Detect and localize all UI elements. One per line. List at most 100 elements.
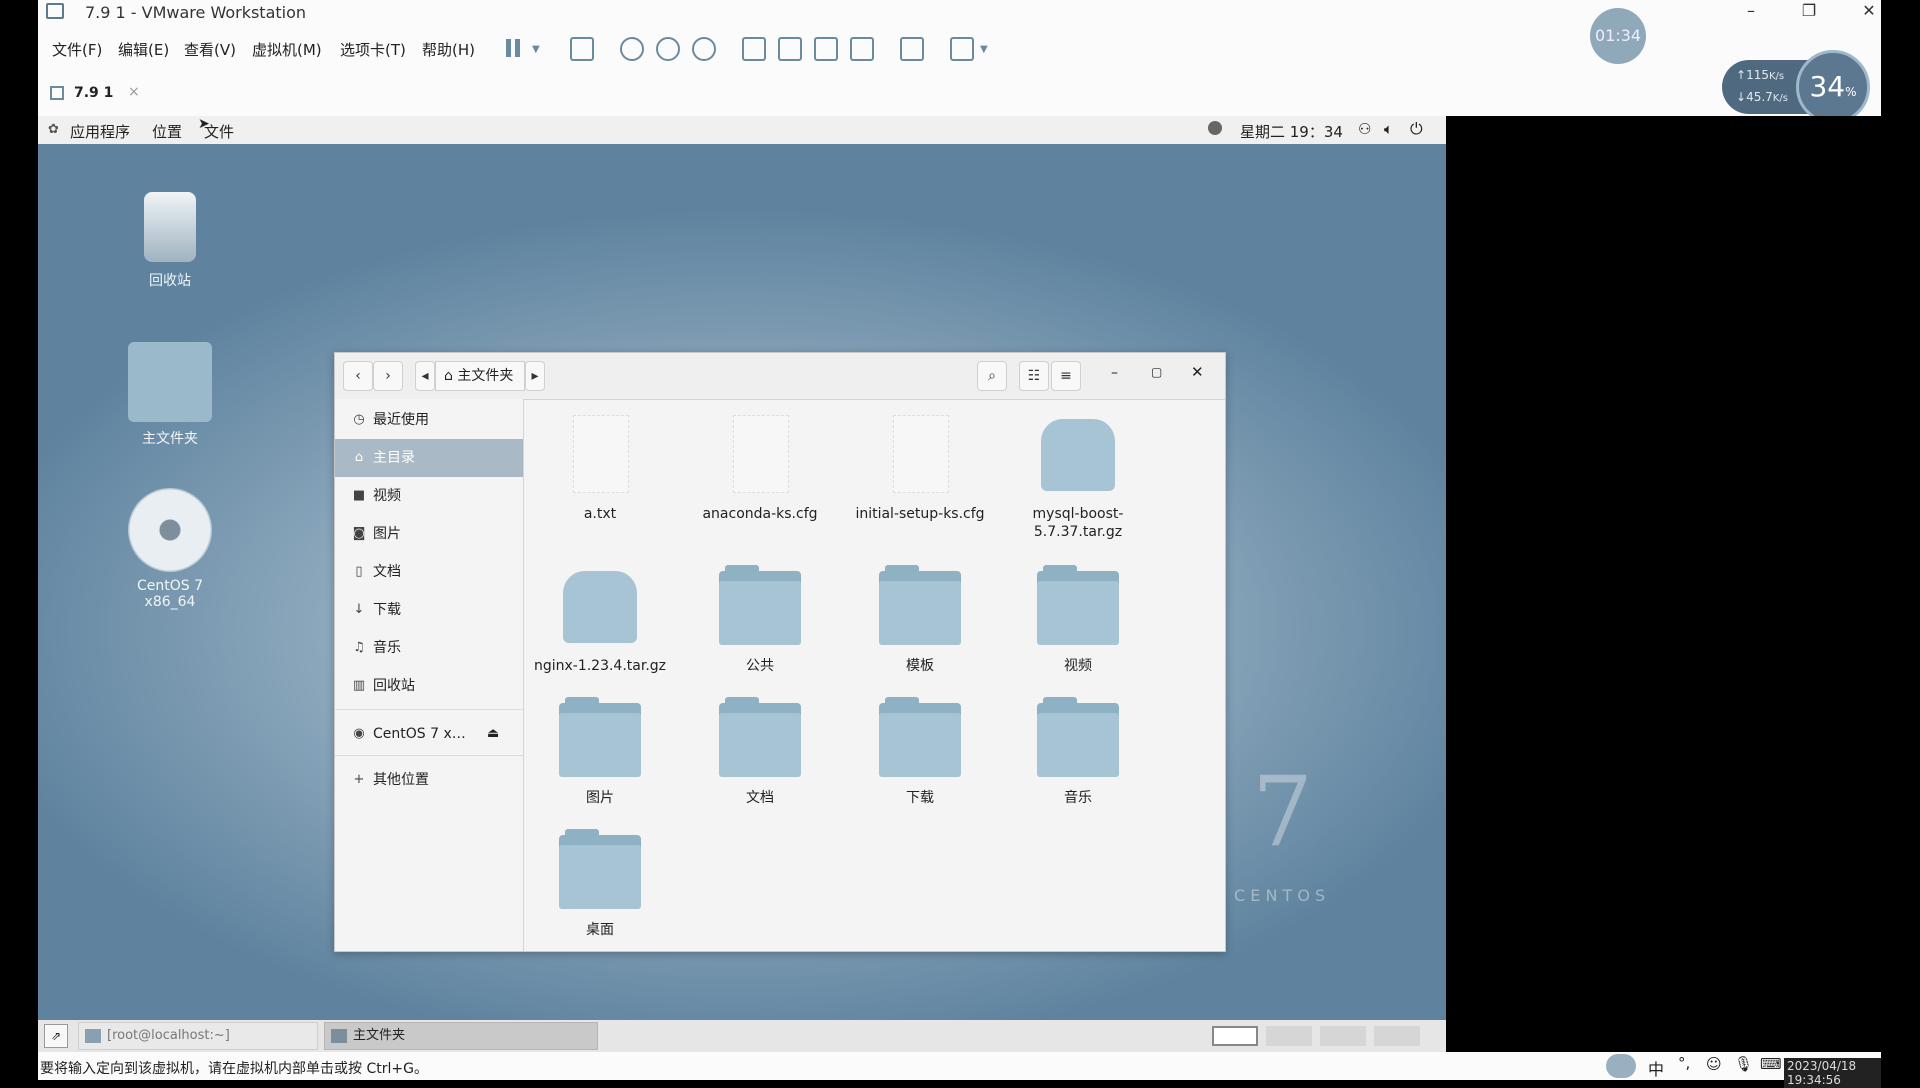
desktop-trash[interactable]: 回收站 [110,192,230,290]
window-close-button[interactable]: ✕ [1191,363,1204,381]
folder-item[interactable]: 模板 [845,565,995,675]
folder-item[interactable]: 下载 [845,697,995,807]
back-button[interactable]: ‹ [343,361,373,391]
applications-menu[interactable]: 应用程序 [70,121,130,142]
file-manager-window: ‹ › ◂ ⌂ 主文件夹 ▸ ⌕ ☷ ≡ – ▢ ✕ ◷ 最近使用 ⌂ 主目录 ■ 视… [334,352,1226,952]
unity-icon[interactable] [850,37,874,61]
desktop-home-folder[interactable]: 主文件夹 [110,342,230,448]
microphone-icon[interactable]: 🎙︎ [1734,1055,1753,1073]
folder-item[interactable]: 文档 [685,697,835,807]
view-toggle-button[interactable]: ☷ [1019,361,1049,391]
send-keys-icon[interactable] [570,37,594,61]
volume-icon[interactable]: 🔈︎ [1384,120,1393,138]
pause-icon[interactable] [502,37,526,61]
folder-icon [719,697,801,779]
stretch-icon[interactable] [950,37,974,61]
menu-tabs[interactable]: 选项卡(T) [340,39,406,60]
snapshot-icon[interactable] [620,37,644,61]
snapshot-restore-icon[interactable] [656,37,680,61]
window-title: 7.9 1 - VMware Workstation [85,3,307,22]
guest-screen[interactable]: ✿ 应用程序 位置 ➤ 文件 星期二 19：34 ⚇ 🔈︎ ⏻ 回收站 主文件夹… [38,116,1446,1052]
close-button[interactable]: ✕ [1849,0,1889,24]
minimize-button[interactable]: – [1731,0,1771,24]
places-menu[interactable]: 位置 [152,121,182,142]
file-item[interactable]: initial-setup-ks.cfg [845,413,995,523]
punctuation-icon[interactable]: °, [1678,1054,1690,1072]
sidebar-item-documents[interactable]: ▯ 文档 [335,553,523,591]
plus-icon: + [353,772,365,787]
thumbnail-bar-icon[interactable] [778,37,802,61]
path-right-button[interactable]: ▸ [525,361,545,391]
path-left-button[interactable]: ◂ [415,361,435,391]
forward-button[interactable]: › [373,361,403,391]
list-view-icon: ☷ [1027,368,1041,384]
eject-icon[interactable]: ⏏ [487,715,499,753]
folder-item[interactable]: 图片 [525,697,675,807]
trash-icon: ▥ [352,678,366,693]
workspace-4[interactable] [1374,1026,1420,1046]
net-up: 115 [1746,68,1769,82]
files-menu[interactable]: 文件 [204,121,234,142]
menu-vm[interactable]: 虚拟机(M) [252,39,322,60]
console-icon[interactable] [900,37,924,61]
workspace-3[interactable] [1320,1026,1366,1046]
menu-file[interactable]: 文件(F) [52,39,102,60]
text-file-icon [559,413,641,495]
sidebar-item-videos[interactable]: ■ 视频 [335,477,523,515]
menu-button[interactable]: ≡ [1051,361,1081,391]
task-terminal[interactable]: [root@localhost:~] [78,1022,318,1050]
emoji-icon[interactable]: ☺ [1706,1055,1722,1073]
trash-icon [144,192,196,262]
sidebar-item-music[interactable]: ♫ 音乐 [335,629,523,667]
desktop-cdrom[interactable]: CentOS 7 x86_64 [110,488,230,610]
sogou-ime-icon[interactable] [1606,1054,1636,1078]
chevron-down-icon[interactable]: ▼ [532,44,540,55]
path-label: 主文件夹 [457,368,514,384]
chevron-down-icon[interactable]: ▼ [980,44,988,55]
sidebar-item-other-locations[interactable]: + 其他位置 [335,761,523,799]
ime-mode[interactable]: 中 [1648,1056,1664,1080]
folder-item[interactable]: 公共 [685,565,835,675]
file-item[interactable]: a.txt [525,413,675,523]
vm-tab-bar: 7.9 1 × [38,74,1881,116]
sidebar-item-home[interactable]: ⌂ 主目录 [335,439,523,477]
file-item[interactable]: mysql-boost-5.7.37.tar.gz [1003,413,1153,541]
folder-item[interactable]: 音乐 [1003,697,1153,807]
sidebar-item-centos-disc[interactable]: ◉ CentOS 7 x… ⏏ [335,715,523,753]
task-files[interactable]: 主文件夹 [324,1022,598,1050]
sidebar-item-recent[interactable]: ◷ 最近使用 [335,401,523,439]
menu-help[interactable]: 帮助(H) [422,39,475,60]
sidebar-toggle-icon[interactable] [742,37,766,61]
window-maximize-button[interactable]: ▢ [1151,365,1162,379]
home-icon: ⌂ [354,450,364,465]
path-home-button[interactable]: ⌂ 主文件夹 [435,361,525,391]
folder-item[interactable]: 视频 [1003,565,1153,675]
restore-button[interactable]: ❐ [1789,0,1829,24]
sidebar-item-downloads[interactable]: ↓ 下载 [335,591,523,629]
tab-close-icon[interactable]: × [128,84,140,100]
menu-edit[interactable]: 编辑(E) [118,39,169,60]
sidebar-item-pictures[interactable]: ◙ 图片 [335,515,523,553]
file-item[interactable]: nginx-1.23.4.tar.gz [525,565,675,675]
folder-icon [719,565,801,647]
workspace-2[interactable] [1266,1026,1312,1046]
menu-view[interactable]: 查看(V) [184,39,236,60]
sidebar-item-trash[interactable]: ▥ 回收站 [335,667,523,705]
folder-icon [879,697,961,779]
folder-item[interactable]: 桌面 [525,829,675,939]
vm-tab[interactable]: 7.9 1 × [48,82,140,108]
search-button[interactable]: ⌕ [977,361,1007,391]
folder-icon [1037,697,1119,779]
show-desktop-button[interactable]: ⇗ [44,1024,68,1048]
centos-seven-logo: 7 [1252,756,1314,868]
fullscreen-icon[interactable] [814,37,838,61]
keyboard-icon[interactable]: ⌨ [1760,1055,1782,1073]
workspace-1[interactable] [1212,1026,1258,1046]
window-minimize-button[interactable]: – [1111,365,1118,381]
centos-wordmark: C E N T O S [1234,886,1326,905]
snapshot-manager-icon[interactable] [692,37,716,61]
power-icon[interactable]: ⏻ [1410,119,1423,139]
clock[interactable]: 星期二 19：34 [1240,121,1343,142]
network-icon[interactable]: ⚇ [1358,120,1371,138]
file-item[interactable]: anaconda-ks.cfg [685,413,835,523]
